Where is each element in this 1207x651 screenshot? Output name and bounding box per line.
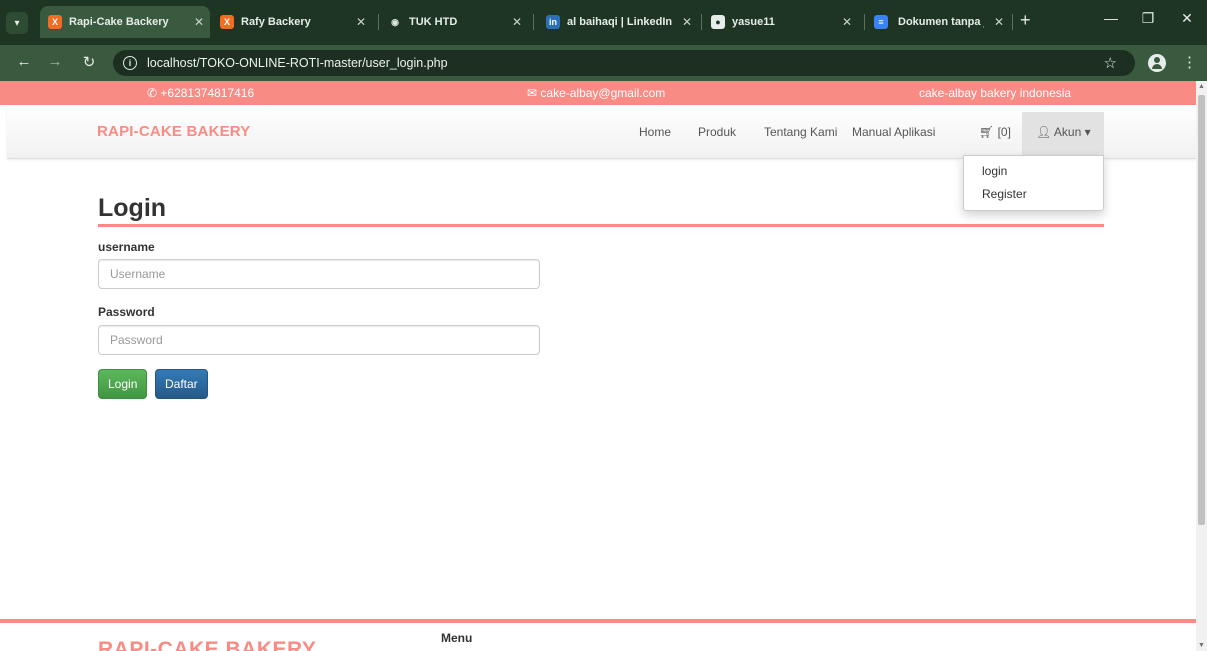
nav-link-manual-aplikasi[interactable]: Manual Aplikasi (852, 125, 935, 139)
login-button[interactable]: Login (98, 369, 148, 399)
page-scrollbar[interactable]: ▲ ▼ (1196, 81, 1207, 651)
close-icon[interactable]: ✕ (682, 15, 692, 29)
password-label: Password (98, 305, 155, 319)
tab-divider (378, 14, 379, 30)
contact-phone: ✆ +6281374817416 (147, 86, 254, 100)
email-address: cake-albay@gmail.com (540, 86, 666, 100)
brand-logo[interactable]: RAPI-CAKE BAKERY (97, 123, 251, 140)
close-icon[interactable]: ✕ (356, 15, 366, 29)
close-icon[interactable]: ✕ (194, 15, 204, 29)
browser-tab-strip: ▾ X Rapi-Cake Backery ✕ X Rafy Backery ✕… (0, 0, 1207, 45)
xampp-icon: X (220, 15, 234, 29)
tab-divider (533, 14, 534, 30)
scroll-up-icon[interactable]: ▲ (1198, 83, 1205, 90)
nav-link-tentang-kami[interactable]: Tentang Kami (764, 125, 837, 139)
browser-tab-github[interactable]: ● yasue11 ✕ (703, 8, 858, 36)
restore-icon[interactable]: ❐ (1133, 10, 1163, 27)
tab-title: yasue11 (732, 16, 775, 28)
tab-divider (1012, 14, 1013, 30)
account-toggle-content: 👤︎ Akun ▾ (1036, 125, 1091, 139)
page-title: Login (98, 194, 167, 222)
close-window-icon[interactable]: ✕ (1172, 10, 1202, 27)
new-tab-icon[interactable]: + (1020, 10, 1031, 31)
password-input[interactable] (98, 325, 540, 355)
user-icon: 👤︎ (1036, 125, 1052, 139)
contact-bar: ✆ +6281374817416 ✉ cake-albay@gmail.com … (0, 81, 1196, 105)
tab-title: Rafy Backery (241, 16, 311, 28)
footer-menu-heading: Menu (441, 631, 473, 645)
cart-count: [0] (997, 125, 1011, 139)
title-divider (98, 224, 1104, 227)
cart-icon: 🛒︎ (979, 125, 995, 139)
account-dropdown-menu: login Register (963, 155, 1104, 211)
contact-email: ✉ cake-albay@gmail.com (527, 86, 665, 100)
username-input[interactable] (98, 259, 540, 289)
more-menu-icon[interactable]: ⋮ (1182, 53, 1197, 71)
tab-divider (864, 14, 865, 30)
tab-divider (701, 14, 702, 30)
scrollbar-thumb[interactable] (1198, 95, 1205, 525)
menu-item-login[interactable]: login (982, 164, 1007, 178)
cart-link[interactable]: 🛒︎ [0] (979, 125, 1011, 139)
nav-link-home[interactable]: Home (639, 125, 671, 139)
globe-icon: ◉ (391, 16, 399, 27)
minimize-icon[interactable]: — (1096, 10, 1126, 26)
caret-down-icon: ▾ (1084, 125, 1091, 139)
contact-tagline: cake-albay bakery indonesia (919, 86, 1072, 100)
main-navbar: RAPI-CAKE BAKERY Home Produk Tentang Kam… (7, 105, 1196, 159)
tab-search-icon[interactable]: ▾ (6, 12, 28, 34)
close-icon[interactable]: ✕ (512, 15, 522, 29)
close-icon[interactable]: ✕ (842, 15, 852, 29)
username-label: username (98, 240, 155, 254)
browser-tab-linkedin[interactable]: in al baihaqi | LinkedIn ✕ (538, 8, 698, 36)
reload-icon[interactable]: ↻ (79, 53, 99, 71)
account-label: Akun (1053, 125, 1082, 139)
phone-number: +6281374817416 (160, 86, 255, 100)
bookmark-star-icon[interactable]: ☆ (1104, 54, 1117, 72)
tab-title: Dokumen tanpa judu (898, 16, 984, 28)
back-icon[interactable]: ← (14, 53, 34, 70)
browser-toolbar: ← → ↻ i localhost/TOKO-ONLINE-ROTI-maste… (0, 45, 1207, 81)
profile-icon[interactable] (1148, 54, 1166, 72)
browser-tab-docs-title[interactable]: Dokumen tanpa judu ✕ (882, 8, 1022, 36)
register-button[interactable]: Daftar (155, 369, 208, 399)
forward-icon[interactable]: → (45, 53, 65, 70)
account-dropdown-toggle[interactable]: 👤︎ Akun ▾ (1022, 112, 1104, 159)
browser-tab-tuk[interactable]: ◉ TUK HTD ✕ (380, 8, 528, 36)
browser-tab-rapi-cake[interactable]: X Rapi-Cake Backery ✕ (40, 6, 210, 38)
phone-icon: ✆ (147, 86, 161, 100)
envelope-icon: ✉ (527, 86, 541, 100)
xampp-icon: X (48, 15, 62, 29)
address-bar[interactable]: i localhost/TOKO-ONLINE-ROTI-master/user… (113, 50, 1135, 76)
linkedin-icon: in (546, 15, 560, 29)
github-icon: ● (711, 15, 725, 29)
scroll-down-icon[interactable]: ▼ (1198, 642, 1205, 649)
tab-title: al baihaqi | LinkedIn (567, 16, 673, 28)
footer-brand: RAPI-CAKE BAKERY (98, 638, 317, 651)
footer-divider (0, 619, 1196, 623)
url-text[interactable]: localhost/TOKO-ONLINE-ROTI-master/user_l… (147, 56, 448, 70)
nav-link-produk[interactable]: Produk (698, 125, 736, 139)
browser-tab-rafy[interactable]: X Rafy Backery ✕ (212, 8, 372, 36)
close-icon[interactable]: ✕ (994, 15, 1004, 29)
site-info-icon[interactable]: i (123, 56, 137, 70)
tab-title: Rapi-Cake Backery (69, 16, 169, 28)
menu-item-register[interactable]: Register (982, 187, 1027, 201)
page-viewport: ✆ +6281374817416 ✉ cake-albay@gmail.com … (0, 81, 1196, 651)
tab-title: TUK HTD (409, 16, 458, 28)
